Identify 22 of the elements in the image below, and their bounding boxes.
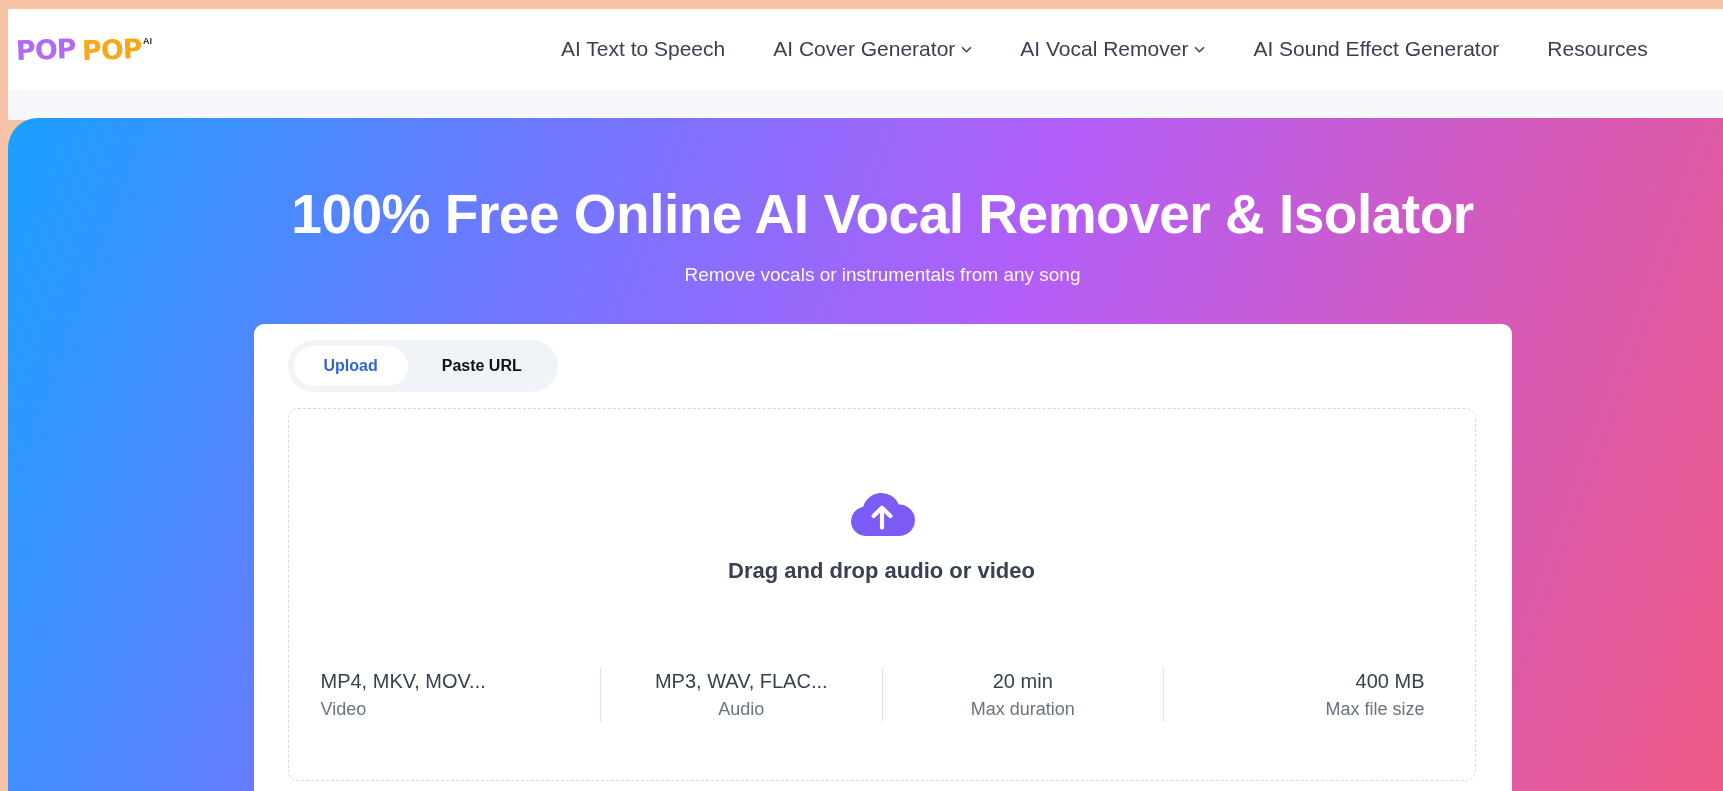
logo-superscript: AI	[143, 35, 153, 46]
tab[interactable]: Upload	[293, 346, 408, 386]
nav-link[interactable]: AI Cover Generator	[773, 37, 973, 61]
spec-label: Max duration	[970, 699, 1075, 720]
nav-link[interactable]: Resources	[1547, 37, 1648, 61]
nav-link[interactable]: AI Vocal Remover	[1020, 37, 1206, 61]
spec-value: 400 MB	[1355, 670, 1425, 693]
chevron-down-icon	[1194, 45, 1206, 53]
spec-value: 20 min	[992, 670, 1053, 693]
hero-title: 100% Free Online AI Vocal Remover & Isolator	[291, 182, 1474, 246]
nav-link[interactable]: AI Text to Speech	[561, 37, 726, 61]
spec-label: Max file size	[1325, 699, 1425, 720]
tab[interactable]: Paste URL	[411, 346, 552, 386]
spec-value: MP4, MKV, MOV...	[320, 670, 486, 693]
spec-label: Video	[320, 699, 367, 720]
nav-link[interactable]: AI Sound Effect Generator	[1253, 37, 1500, 61]
chevron-down-icon	[961, 45, 973, 53]
drop-zone[interactable]: Drag and drop audio or video MP4, MKV, MOV... Video MP3, WAV, FLAC... Audio 20 min Max duration 400 MB Max file size	[287, 408, 1476, 781]
spec-value: MP3, WAV, FLAC...	[654, 670, 828, 693]
hero-subtitle: Remove vocals or instrumentals from any song	[684, 264, 1081, 286]
drop-prompt: Drag and drop audio or video	[728, 558, 1035, 584]
spec-label: Audio	[718, 699, 765, 720]
